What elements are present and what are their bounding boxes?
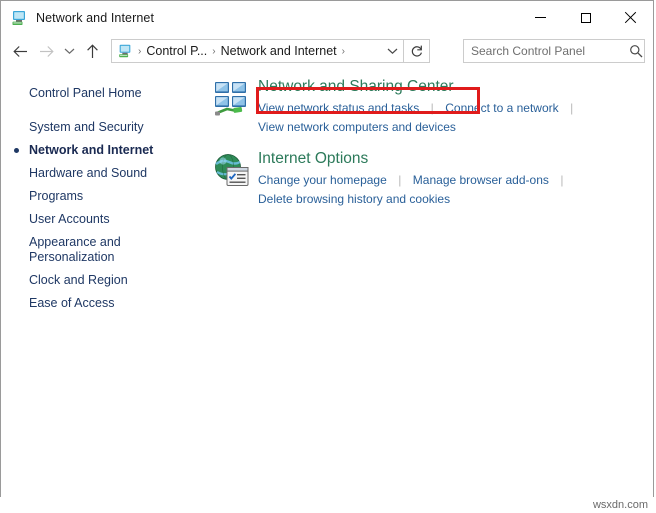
maximize-button[interactable] bbox=[563, 1, 608, 34]
sidebar-item-system-and-security[interactable]: System and Security bbox=[1, 116, 197, 139]
refresh-icon bbox=[411, 45, 422, 57]
link-view-network-status-and-tasks[interactable]: View network status and tasks bbox=[258, 101, 419, 115]
category-title-network-and-sharing-center[interactable]: Network and Sharing Center bbox=[258, 76, 454, 98]
breadcrumb[interactable]: › Control P... › Network and Internet › bbox=[111, 39, 404, 63]
category-internet-options: Internet Options Change your homepage | … bbox=[197, 148, 653, 208]
sidebar-item-ease-of-access[interactable]: Ease of Access bbox=[1, 292, 197, 315]
refresh-button[interactable] bbox=[404, 39, 430, 63]
forward-arrow-icon bbox=[39, 45, 54, 57]
category-list: Network and Sharing Center View network … bbox=[197, 68, 653, 497]
category-network-and-sharing-center: Network and Sharing Center View network … bbox=[197, 76, 653, 136]
breadcrumb-separator: › bbox=[212, 45, 216, 57]
watermark: wsxdn.com bbox=[592, 499, 648, 511]
link-change-your-homepage[interactable]: Change your homepage bbox=[258, 173, 387, 187]
link-manage-browser-add-ons[interactable]: Manage browser add-ons bbox=[413, 173, 549, 187]
network-sharing-center-icon bbox=[213, 80, 251, 118]
content-area: Control Panel Home System and Security N… bbox=[1, 68, 653, 497]
sidebar-item-control-panel-home[interactable]: Control Panel Home bbox=[1, 82, 197, 105]
minimize-icon bbox=[535, 17, 546, 18]
chevron-down-icon bbox=[387, 48, 397, 55]
breadcrumb-separator: › bbox=[138, 45, 142, 57]
internet-options-icon bbox=[213, 152, 251, 190]
up-button[interactable] bbox=[79, 38, 105, 64]
sidebar-item-appearance-and-personalization[interactable]: Appearance and Personalization bbox=[1, 231, 197, 269]
network-computer-icon bbox=[10, 9, 28, 27]
link-view-network-computers-and-devices[interactable]: View network computers and devices bbox=[258, 120, 456, 134]
search-input[interactable] bbox=[464, 43, 628, 59]
control-panel-window: Network and Internet › Control P... › Ne… bbox=[0, 0, 654, 497]
category-body: Internet Options Change your homepage | … bbox=[258, 148, 570, 208]
control-panel-icon bbox=[117, 43, 133, 59]
sidebar: Control Panel Home System and Security N… bbox=[1, 68, 197, 497]
breadcrumb-item-network-and-internet[interactable]: Network and Internet bbox=[221, 44, 337, 58]
category-links-row: View network status and tasks | Connect … bbox=[258, 99, 580, 117]
window-title: Network and Internet bbox=[36, 10, 155, 25]
breadcrumb-dropdown-button[interactable] bbox=[381, 40, 403, 62]
close-icon bbox=[624, 11, 637, 24]
back-arrow-icon bbox=[12, 45, 27, 57]
link-divider: | bbox=[430, 101, 434, 115]
category-links-row: Change your homepage | Manage browser ad… bbox=[258, 171, 570, 189]
recent-locations-button[interactable] bbox=[59, 38, 79, 64]
breadcrumb-separator: › bbox=[341, 45, 345, 57]
title-bar: Network and Internet bbox=[1, 1, 653, 34]
forward-button[interactable] bbox=[33, 38, 59, 64]
maximize-icon bbox=[580, 12, 591, 23]
link-divider: | bbox=[560, 173, 564, 187]
sidebar-item-programs[interactable]: Programs bbox=[1, 185, 197, 208]
sidebar-item-network-and-internet[interactable]: Network and Internet bbox=[1, 139, 197, 162]
window-controls bbox=[518, 1, 653, 34]
address-bar: › Control P... › Network and Internet › bbox=[1, 34, 653, 68]
back-button[interactable] bbox=[7, 38, 33, 64]
close-button[interactable] bbox=[608, 1, 653, 34]
sidebar-item-user-accounts[interactable]: User Accounts bbox=[1, 208, 197, 231]
category-title-internet-options[interactable]: Internet Options bbox=[258, 148, 368, 170]
category-links-row: View network computers and devices bbox=[258, 118, 580, 136]
sidebar-item-clock-and-region[interactable]: Clock and Region bbox=[1, 269, 197, 292]
search-icon[interactable] bbox=[628, 44, 644, 58]
link-divider: | bbox=[398, 173, 402, 187]
breadcrumb-item-control-panel[interactable]: Control P... bbox=[146, 44, 207, 58]
category-body: Network and Sharing Center View network … bbox=[258, 76, 580, 136]
sidebar-item-hardware-and-sound[interactable]: Hardware and Sound bbox=[1, 162, 197, 185]
search-box[interactable] bbox=[463, 39, 645, 63]
link-connect-to-a-network[interactable]: Connect to a network bbox=[445, 101, 558, 115]
category-links-row: Delete browsing history and cookies bbox=[258, 190, 570, 208]
link-delete-browsing-history-and-cookies[interactable]: Delete browsing history and cookies bbox=[258, 192, 450, 206]
up-arrow-icon bbox=[86, 43, 98, 58]
link-divider: | bbox=[570, 101, 574, 115]
minimize-button[interactable] bbox=[518, 1, 563, 34]
chevron-down-icon bbox=[64, 48, 74, 55]
